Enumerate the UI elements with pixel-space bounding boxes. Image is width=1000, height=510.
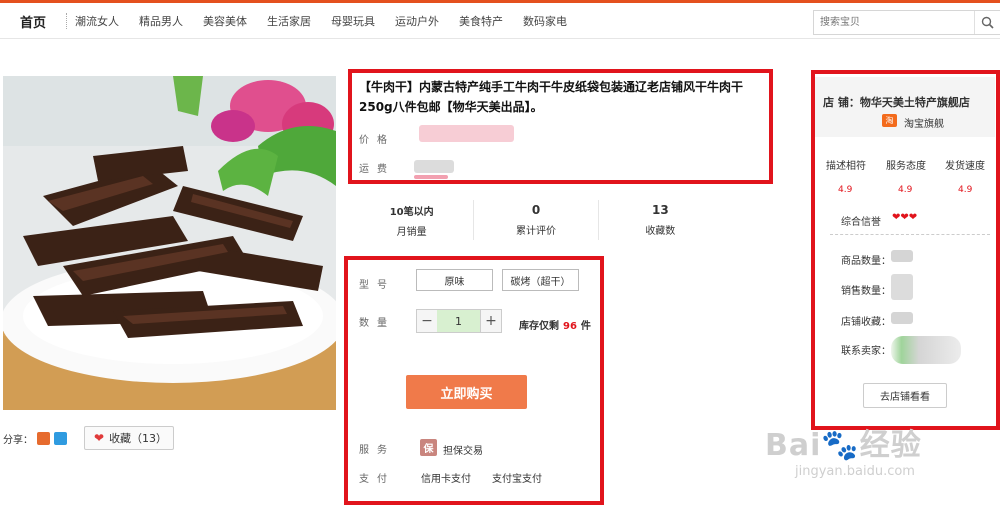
quantity-increase-button[interactable]: + (480, 309, 502, 333)
search-box (813, 10, 1000, 35)
nav-item-women[interactable]: 潮流女人 (75, 13, 119, 29)
top-nav: 首页 潮流女人 精品男人 美容美体 生活家居 母婴玩具 运动户外 美食特产 数码… (0, 3, 1000, 39)
quantity-label: 数量 (359, 318, 395, 329)
shipping-label: 运费 (359, 164, 395, 175)
buy-now-button[interactable]: 立即购买 (406, 375, 527, 409)
guarantee-icon: 保 (420, 439, 437, 456)
stat-favorites: 13 收藏数 (599, 200, 722, 240)
favorite-button[interactable]: ❤ 收藏（13） (84, 426, 174, 450)
qzone-share-icon[interactable] (54, 432, 67, 445)
share-bar: 分享： (3, 431, 67, 446)
stock-count: 96 (563, 321, 577, 332)
stat-value: 0 (531, 203, 541, 217)
service-label: 服务 (359, 445, 395, 456)
nav-item-men[interactable]: 精品男人 (139, 13, 183, 29)
nav-item-home[interactable]: 生活家居 (267, 13, 311, 29)
shipping-value-blurred (414, 160, 454, 173)
quantity-decrease-button[interactable]: − (416, 309, 438, 333)
nav-item-outdoor[interactable]: 运动户外 (395, 13, 439, 29)
nav-category-list: 潮流女人 精品男人 美容美体 生活家居 母婴玩具 运动户外 美食特产 数码家电 (75, 13, 587, 29)
shipping-extra-blurred (414, 175, 448, 179)
payment-credit-card: 信用卡支付 (421, 474, 471, 485)
quantity-input[interactable]: 1 (437, 309, 480, 333)
stat-value: 13 (651, 203, 669, 217)
payment-label: 支付 (359, 474, 395, 485)
weibo-share-icon[interactable] (37, 432, 50, 445)
stock-prefix: 库存仅剩 (519, 321, 559, 332)
stat-label: 收藏数 (645, 226, 676, 237)
baidu-watermark: Bai🐾经验 jingyan.baidu.com (760, 420, 960, 490)
heart-icon: ❤ (94, 431, 105, 445)
stat-label: 月销量 (396, 227, 427, 238)
stat-reviews: 0 累计评价 (474, 200, 599, 240)
search-icon[interactable] (974, 11, 1000, 34)
nav-home-link[interactable]: 首页 (20, 12, 46, 31)
highlight-box-shop (811, 70, 1000, 430)
stat-label: 累计评价 (515, 226, 556, 237)
product-title: 【牛肉干】内蒙古特产纯手工牛肉干牛皮纸袋包装通辽老店铺风干牛肉干250g八件包邮… (359, 80, 744, 114)
nav-item-food[interactable]: 美食特产 (459, 13, 503, 29)
price-label: 价格 (359, 135, 395, 146)
nav-item-digital[interactable]: 数码家电 (523, 13, 567, 29)
type-label: 型号 (359, 280, 395, 291)
watermark-url: jingyan.baidu.com (795, 464, 915, 479)
search-input[interactable] (814, 11, 974, 34)
service-value: 担保交易 (443, 446, 483, 457)
payment-alipay: 支付宝支付 (492, 474, 542, 485)
nav-item-baby[interactable]: 母婴玩具 (331, 13, 375, 29)
nav-separator (66, 13, 67, 29)
price-value-blurred (419, 125, 514, 142)
type-option-charcoal[interactable]: 碳烤（超干） (502, 269, 579, 291)
stock-unit: 件 (580, 321, 591, 332)
type-option-original[interactable]: 原味 (416, 269, 493, 291)
stock-info: 库存仅剩 96 件 (519, 317, 591, 332)
stat-monthly-sales: 10笔以内 月销量 (350, 200, 475, 240)
nav-item-beauty[interactable]: 美容美体 (203, 13, 247, 29)
sales-stats: 10笔以内 月销量 0 累计评价 13 收藏数 (350, 200, 722, 240)
watermark-logo-text: Bai🐾经验 (765, 428, 922, 463)
share-label: 分享： (3, 435, 33, 446)
stat-value: 10笔以内 (389, 207, 434, 218)
favorite-label: 收藏（13） (109, 432, 168, 445)
product-image[interactable] (3, 76, 336, 410)
